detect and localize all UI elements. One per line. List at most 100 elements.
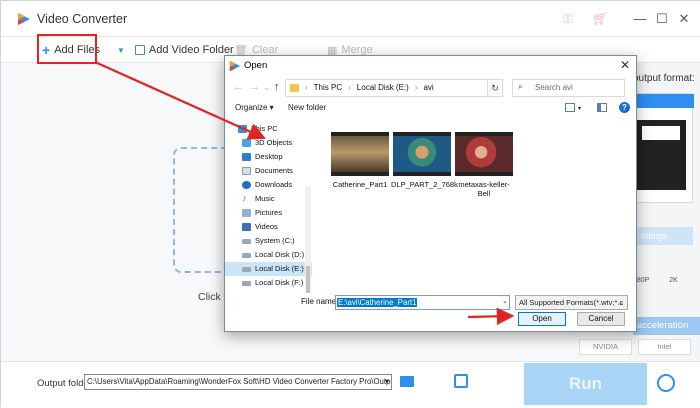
- nav-item-label: This PC: [251, 124, 278, 133]
- nav-item-label: Documents: [255, 166, 293, 175]
- file-item[interactable]: metaxas-keller-Bell: [453, 132, 515, 198]
- run-button[interactable]: Run: [524, 363, 647, 405]
- nav-item-documents[interactable]: Documents: [225, 164, 312, 178]
- file-item[interactable]: DLP_PART_2_768k: [391, 132, 458, 189]
- app-logo-icon: [229, 60, 241, 72]
- videos-icon: [242, 223, 251, 231]
- nav-item-this-pc[interactable]: This PC: [225, 122, 312, 136]
- refresh-button[interactable]: ↻: [487, 79, 503, 97]
- nvidia-label: NVIDIA: [592, 342, 618, 351]
- nav-item-label: Local Disk (F:): [255, 278, 304, 287]
- file-type-select[interactable]: All Supported Formats(*.wtv;*.c ⌄: [515, 295, 628, 310]
- nav-item-local-disk-e[interactable]: Local Disk (E:): [225, 262, 312, 276]
- up-arrow-icon[interactable]: ↑: [274, 81, 280, 93]
- nav-scrollbar-thumb[interactable]: [306, 266, 310, 293]
- key-icon[interactable]: ⚿: [560, 11, 576, 27]
- breadcrumb-this-pc[interactable]: This PC: [314, 80, 342, 96]
- cart-icon[interactable]: 🛒︎: [592, 11, 609, 27]
- intel-chip[interactable]: Intel: [638, 339, 691, 355]
- nav-item-label: Desktop: [255, 152, 283, 161]
- output-format-selector[interactable]: [633, 93, 694, 203]
- breadcrumb-local-disk-e[interactable]: Local Disk (E:): [357, 80, 409, 96]
- file-name-row: File name: E:\avi\Catherine_Part1 ⌄ All …: [225, 293, 636, 311]
- nav-item-label: 3D Objects: [255, 138, 293, 147]
- add-video-folder-button[interactable]: ▼ Add Video Folder: [117, 42, 234, 58]
- help-icon[interactable]: ?: [619, 102, 630, 113]
- chevron-down-icon: ⌄: [617, 298, 624, 307]
- file-name-input[interactable]: E:\avi\Catherine_Part1: [335, 295, 510, 310]
- new-folder-button[interactable]: New folder: [288, 103, 326, 112]
- nav-item-music[interactable]: ♪ Music: [225, 192, 312, 206]
- recent-dropdown-icon[interactable]: ⌄: [263, 83, 270, 92]
- nav-item-downloads[interactable]: Downloads: [225, 178, 312, 192]
- address-bar[interactable]: › This PC › Local Disk (E:) › avi: [285, 79, 503, 97]
- nav-item-local-disk-f[interactable]: Local Disk (F:): [225, 276, 312, 290]
- file-type-value: All Supported Formats(*.wtv;*.c: [519, 298, 624, 307]
- view-dropdown-icon[interactable]: ▾: [578, 105, 581, 112]
- output-folder-value: C:\Users\Vita\AppData\Roaming\WonderFox …: [87, 377, 392, 386]
- file-name-value: E:\avi\Catherine_Part1: [337, 298, 418, 307]
- nav-item-local-disk-d[interactable]: Local Disk (D:): [225, 248, 312, 262]
- folder-icon: [290, 84, 299, 92]
- add-files-highlight: [37, 34, 97, 64]
- parameter-settings-button[interactable]: ettings: [633, 227, 693, 245]
- video-thumbnail: [455, 132, 513, 176]
- open-folder-icon[interactable]: [400, 376, 414, 387]
- cancel-button[interactable]: Cancel: [577, 312, 625, 326]
- nav-item-system-c[interactable]: System (C:): [225, 234, 312, 248]
- address-row: ← → ⌄ ↑ › This PC › Local Disk (E:) › av…: [225, 76, 636, 100]
- search-icon: ⌕: [518, 81, 524, 91]
- nav-item-videos[interactable]: Videos: [225, 220, 312, 234]
- search-input[interactable]: Search avi: [512, 79, 625, 97]
- format-card-header: [634, 94, 694, 108]
- nav-item-label: Music: [255, 194, 275, 203]
- navigation-pane: This PC 3D Objects Desktop Documents Dow…: [225, 118, 312, 293]
- nvidia-chip[interactable]: NVIDIA: [579, 339, 632, 355]
- dropdown-arrow-icon: ▼: [117, 45, 125, 55]
- dialog-buttons: Open Cancel: [225, 312, 636, 332]
- nav-item-label: Local Disk (E:): [255, 264, 304, 273]
- file-name-label: File name:: [301, 297, 339, 306]
- chevron-down-icon: ▾: [384, 377, 389, 386]
- breadcrumb-avi[interactable]: avi: [423, 80, 433, 96]
- output-folder-select[interactable]: C:\Users\Vita\AppData\Roaming\WonderFox …: [84, 374, 392, 390]
- minimize-button[interactable]: —: [629, 9, 651, 29]
- nav-item-3d-objects[interactable]: 3D Objects: [225, 136, 312, 150]
- app-title: Video Converter: [37, 12, 128, 26]
- alarm-clock-icon[interactable]: [657, 374, 675, 392]
- file-name: Catherine_Part1: [332, 180, 388, 189]
- music-icon: ♪: [242, 193, 247, 203]
- preview-pane-icon[interactable]: [597, 103, 607, 112]
- app-logo-icon: [18, 13, 30, 25]
- output-format-label: output format:: [633, 73, 695, 84]
- computer-icon: [238, 125, 247, 133]
- intel-label: Intel: [657, 342, 672, 351]
- drive-icon: [242, 253, 251, 258]
- output-preview-icon[interactable]: [454, 374, 468, 388]
- file-item[interactable]: Catherine_Part1: [329, 132, 391, 189]
- dialog-close-button[interactable]: ✕: [620, 58, 630, 72]
- nav-scrollbar[interactable]: [305, 186, 311, 293]
- nav-item-label: System (C:): [255, 236, 295, 245]
- nav-item-pictures[interactable]: Pictures: [225, 206, 312, 220]
- cube-icon: [242, 139, 251, 147]
- drive-icon: [242, 281, 251, 286]
- organize-menu[interactable]: Organize ▾: [235, 103, 274, 112]
- desktop-icon: [242, 153, 251, 161]
- chevron-down-icon[interactable]: ⌄: [502, 297, 508, 305]
- breadcrumb-separator: ›: [348, 83, 351, 92]
- back-arrow-icon[interactable]: ←: [233, 81, 244, 93]
- drive-icon: [242, 267, 251, 272]
- forward-arrow-icon[interactable]: →: [249, 81, 260, 93]
- dialog-title: Open: [244, 60, 268, 71]
- breadcrumb-separator: ›: [305, 83, 308, 92]
- documents-icon: [242, 167, 251, 175]
- file-name: metaxas-keller-Bell: [458, 180, 510, 198]
- gpu-acceleration-toggle[interactable]: acceleration: [633, 317, 700, 335]
- maximize-button[interactable]: ☐: [651, 9, 673, 29]
- close-button[interactable]: ✕: [673, 9, 695, 29]
- open-button[interactable]: Open: [518, 312, 566, 326]
- nav-item-desktop[interactable]: Desktop: [225, 150, 312, 164]
- breadcrumb-separator: ›: [414, 83, 418, 92]
- view-options-icon[interactable]: [565, 103, 575, 112]
